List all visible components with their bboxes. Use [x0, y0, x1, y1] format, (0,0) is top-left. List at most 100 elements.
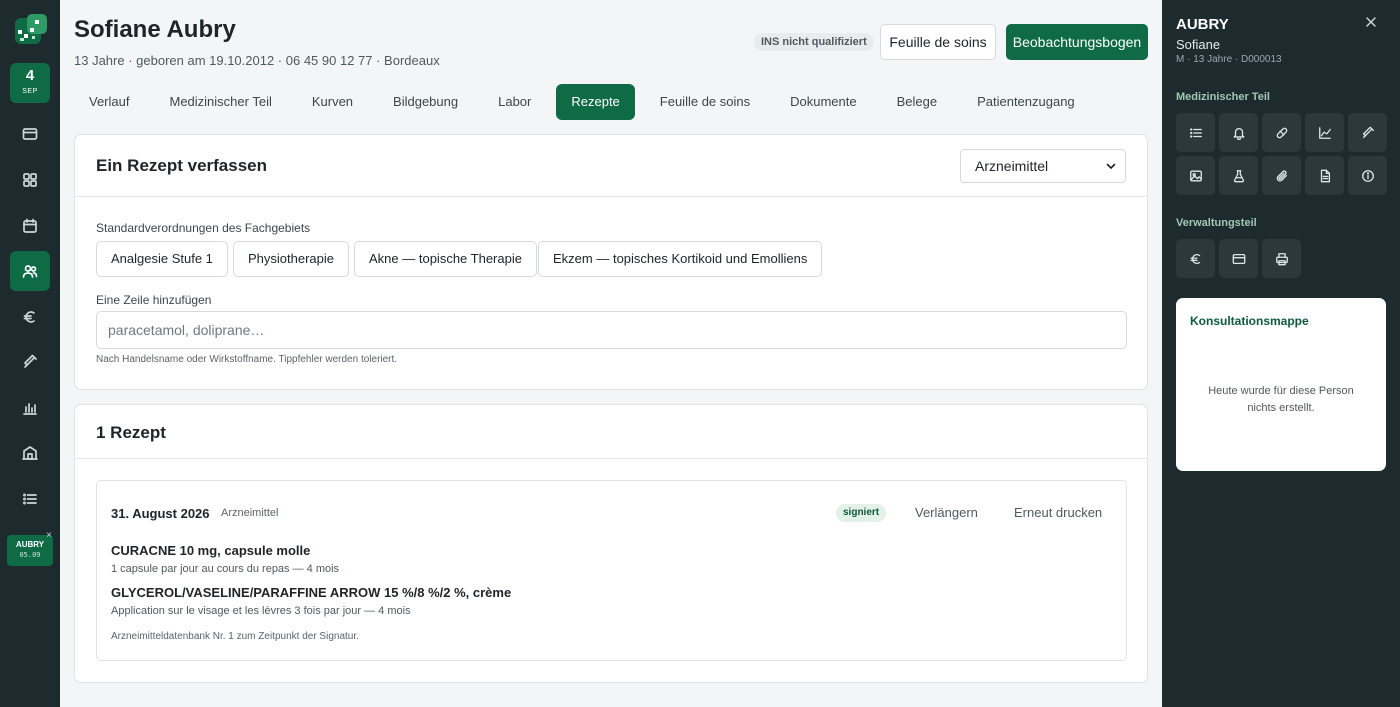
- rail-patients[interactable]: [10, 251, 50, 291]
- drug-search-input[interactable]: [96, 311, 1127, 349]
- standard-physiotherapie-button[interactable]: Physiotherapie: [233, 241, 349, 277]
- tab-labor[interactable]: Labor: [483, 84, 546, 120]
- feuille-de-soins-button[interactable]: Feuille de soins: [880, 24, 996, 60]
- pill-icon: [1276, 127, 1287, 138]
- tab-kurven[interactable]: Kurven: [297, 84, 368, 120]
- euro-icon: [1190, 253, 1200, 264]
- tab-medizinischer-teil[interactable]: Medizinischer Teil: [154, 84, 286, 120]
- line-chart-icon: [1318, 126, 1331, 139]
- side-meta: M · 13 Jahre · D000013: [1176, 54, 1282, 65]
- syringe-icon: [24, 354, 37, 368]
- side-lab-button[interactable]: [1219, 156, 1258, 195]
- search-hint: Nach Handelsname oder Wirkstoffname. Tip…: [96, 354, 398, 365]
- drug-database-note: Arzneimitteldatenbank Nr. 1 zum Zeitpunk…: [111, 631, 359, 642]
- consultation-folder-empty: Heute wurde für diese Person nichts erst…: [1208, 385, 1354, 414]
- flask-icon: [1233, 169, 1244, 182]
- standard-akne-button[interactable]: Akne — topische Therapie: [354, 241, 537, 277]
- today-month: SEP: [22, 88, 38, 95]
- standard-ekzem-button[interactable]: Ekzem — topisches Kortikoid und Emollien…: [538, 241, 823, 277]
- tab-bildgebung[interactable]: Bildgebung: [378, 84, 473, 120]
- rail-accounting[interactable]: [10, 297, 50, 337]
- list-icon: [1189, 127, 1202, 138]
- rail-billing[interactable]: [10, 114, 50, 154]
- paperclip-icon: [1276, 169, 1287, 182]
- tab-verlauf[interactable]: Verlauf: [74, 84, 144, 120]
- side-history-button[interactable]: [1176, 113, 1215, 152]
- prescription-type-value: Arzneimittel: [975, 158, 1049, 174]
- standards-label: Standardverordnungen des Fachgebiets: [96, 221, 311, 235]
- close-icon[interactable]: [1364, 15, 1378, 29]
- left-rail: 4 SEP AUBRY 05.09 ×: [0, 0, 60, 707]
- status-badge: signiert: [836, 504, 887, 522]
- calendar-icon: [23, 218, 37, 233]
- side-card-button[interactable]: [1219, 239, 1258, 278]
- tab-belege[interactable]: Belege: [882, 84, 952, 120]
- syringe-icon: [1362, 126, 1374, 138]
- admin-section-label: Verwaltungsteil: [1176, 217, 1257, 229]
- side-curves-button[interactable]: [1305, 113, 1344, 152]
- standard-analgesie-button[interactable]: Analgesie Stufe 1: [96, 241, 228, 277]
- grid-icon: [23, 173, 37, 187]
- consultation-folder: Konsultationsmappe Heute wurde für diese…: [1176, 298, 1386, 471]
- app-logo-icon[interactable]: [13, 14, 47, 48]
- building-icon: [22, 446, 38, 460]
- ins-status-badge: INS nicht qualifiziert: [754, 33, 874, 51]
- rail-statistics[interactable]: [10, 388, 50, 428]
- page-title: Sofiane Aubry: [74, 16, 236, 43]
- card-icon: [1232, 253, 1245, 264]
- side-attachments-button[interactable]: [1262, 156, 1301, 195]
- extend-button[interactable]: Verlängern: [915, 505, 978, 520]
- side-documents-button[interactable]: [1305, 156, 1344, 195]
- rail-tasks[interactable]: [10, 479, 50, 519]
- side-treatments-button[interactable]: [1262, 113, 1301, 152]
- prescription-type-select[interactable]: Arzneimittel: [960, 149, 1126, 183]
- euro-icon: [23, 311, 35, 323]
- prescription-item: 31. August 2026 Arzneimittel signiert Ve…: [96, 480, 1127, 661]
- medical-section-label: Medizinischer Teil: [1176, 91, 1270, 103]
- compose-card-header: Ein Rezept verfassen Arzneimittel: [75, 135, 1147, 197]
- bar-chart-icon: [23, 403, 37, 415]
- side-imaging-button[interactable]: [1176, 156, 1215, 195]
- document-icon: [1320, 169, 1330, 182]
- drug-name: GLYCEROL/VASELINE/PARAFFINE ARROW 15 %/8…: [111, 585, 512, 600]
- rail-practice[interactable]: [10, 433, 50, 473]
- patient-subtitle: 13 Jahre · geboren am 19.10.2012 · 06 45…: [74, 53, 440, 68]
- compose-card-title: Ein Rezept verfassen: [96, 156, 268, 175]
- drug-dosage: 1 capsule par jour au cours du repas — 4…: [111, 563, 340, 575]
- side-info-button[interactable]: [1348, 156, 1387, 195]
- info-icon: [1361, 169, 1374, 182]
- today-day: 4: [25, 67, 35, 84]
- open-patient-time: 05.09: [19, 551, 41, 559]
- drug-dosage: Application sur le visage et les lèvres …: [111, 605, 411, 617]
- today-date-tile[interactable]: 4 SEP: [10, 63, 50, 103]
- tab-feuille-de-soins[interactable]: Feuille de soins: [645, 84, 765, 120]
- prescription-kind: Arzneimittel: [221, 507, 279, 519]
- side-vaccines-button[interactable]: [1348, 113, 1387, 152]
- tab-rezepte[interactable]: Rezepte: [556, 84, 635, 120]
- list-card-title: 1 Rezept: [96, 423, 166, 442]
- add-line-label: Eine Zeile hinzufügen: [96, 293, 212, 307]
- chevron-down-icon: [1106, 163, 1116, 169]
- patient-tabs: Verlauf Medizinischer Teil Kurven Bildge…: [74, 84, 1100, 120]
- close-icon[interactable]: ×: [43, 530, 55, 542]
- list-card-header: 1 Rezept: [75, 405, 1147, 459]
- open-patient-chip[interactable]: AUBRY 05.09 ×: [7, 530, 53, 566]
- side-lastname: AUBRY: [1176, 16, 1229, 33]
- card-icon: [22, 128, 38, 140]
- list-icon: [23, 493, 37, 505]
- tab-patientenzugang[interactable]: Patientenzugang: [962, 84, 1090, 120]
- rail-vaccines[interactable]: [10, 342, 50, 382]
- side-billing-button[interactable]: [1176, 239, 1215, 278]
- beobachtungsbogen-button[interactable]: Beobachtungsbogen: [1006, 24, 1148, 60]
- compose-prescription-card: Ein Rezept verfassen Arzneimittel Standa…: [74, 134, 1148, 390]
- printer-icon: [1275, 252, 1288, 265]
- rail-calendar[interactable]: [10, 206, 50, 246]
- prescription-date: 31. August 2026: [111, 506, 210, 521]
- bell-icon: [1233, 127, 1244, 140]
- side-alerts-button[interactable]: [1219, 113, 1258, 152]
- side-print-button[interactable]: [1262, 239, 1301, 278]
- rail-dashboard[interactable]: [10, 160, 50, 200]
- reprint-button[interactable]: Erneut drucken: [1014, 505, 1102, 520]
- consultation-folder-title: Konsultationsmappe: [1190, 314, 1309, 328]
- tab-dokumente[interactable]: Dokumente: [775, 84, 871, 120]
